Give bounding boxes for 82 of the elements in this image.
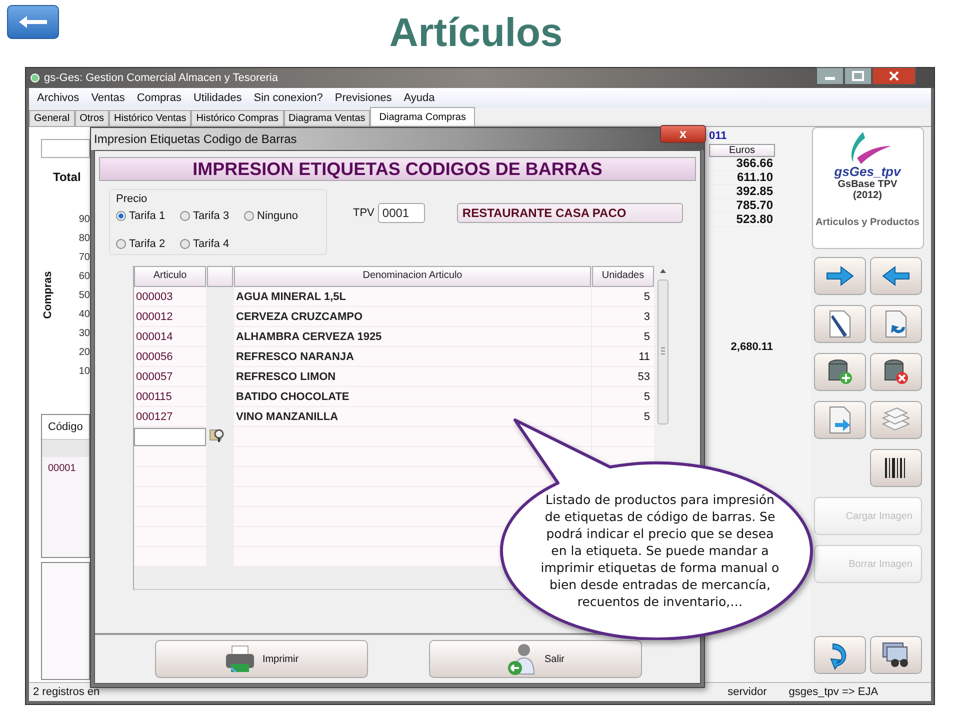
- module-name: Articulos y Productos: [816, 217, 920, 228]
- exit-button[interactable]: Salir: [429, 640, 642, 678]
- callout-text: Listado de productos para impresión de etiquetas de código de barras. Se podrá indicar el precio que se desea en la etiqueta. Se puede mandar a imprimir etiquetas de forma manual o bien desde entradas de mercancía, recuentos de inventario,…: [540, 491, 780, 610]
- tick-label: 90: [78, 213, 90, 227]
- tick-label: 60: [78, 270, 90, 284]
- tab[interactable]: Histórico Ventas: [109, 110, 192, 126]
- radio-label: Tarifa 4: [193, 238, 230, 250]
- column-header: Euros: [709, 144, 775, 157]
- table-cell: 11: [592, 347, 654, 367]
- radio-label: Ninguno: [257, 210, 298, 222]
- menu-item[interactable]: Previsiones: [328, 92, 398, 104]
- menu-item[interactable]: Sin conexion?: [248, 92, 329, 104]
- table-cell: 785.70: [709, 199, 773, 213]
- table-cell: VINO MANZANILLA: [234, 407, 591, 427]
- brand-name: gsGes_tpv: [834, 164, 901, 179]
- field-label: TPV: [353, 207, 374, 219]
- tick-label: 40: [78, 308, 90, 322]
- tick-label: 50: [78, 289, 90, 303]
- radio-label: Tarifa 3: [193, 210, 230, 222]
- table-cell: 5: [592, 387, 654, 407]
- table-cell: 5: [592, 407, 654, 427]
- table-title: 011: [709, 130, 728, 142]
- group-label: Precio: [116, 193, 148, 205]
- tpv-field[interactable]: 0001: [378, 203, 426, 223]
- status-text: 2 registros en: [32, 686, 101, 698]
- radio-label: Tarifa 2: [129, 238, 166, 250]
- table-cell: 392.85: [709, 185, 773, 199]
- column-header: Articulo: [134, 266, 206, 287]
- table-cell: 000003: [134, 287, 206, 307]
- column-header: Unidades: [592, 266, 654, 287]
- column-header: Denominacion Articulo: [234, 266, 591, 287]
- tab[interactable]: General: [29, 110, 75, 126]
- column-header: Código: [42, 415, 89, 440]
- radio-label: Tarifa 1: [129, 210, 166, 222]
- store-name-field: RESTAURANTE CASA PACO: [457, 203, 684, 223]
- table-cell: 000012: [134, 307, 206, 327]
- table-cell: 000057: [134, 367, 206, 387]
- table-cell: 611.10: [709, 171, 773, 185]
- table-cell: 000056: [134, 347, 206, 367]
- dialog-title: Impresion Etiquetas Codigo de Barras: [94, 132, 297, 146]
- table-cell: ALHAMBRA CERVEZA 1925: [234, 327, 591, 347]
- tick-label: 80: [78, 232, 90, 246]
- table-cell: 000127: [134, 407, 206, 427]
- tab[interactable]: Histórico Compras: [191, 110, 284, 126]
- dialog-heading: IMPRESION ETIQUETAS CODIGOS DE BARRAS: [99, 157, 696, 181]
- table-cell: 000115: [134, 387, 206, 407]
- table-cell: 53: [592, 367, 654, 387]
- product-year: (2012): [853, 190, 882, 201]
- tick-label: 30: [78, 327, 90, 341]
- tab[interactable]: Diagrama Ventas: [284, 110, 370, 126]
- table-cell: 523.80: [709, 213, 773, 227]
- menu-item[interactable]: Ayuda: [398, 92, 441, 104]
- tick-label: 10: [78, 365, 90, 379]
- table-cell: 5: [592, 327, 654, 347]
- menu-item[interactable]: Ventas: [85, 92, 131, 104]
- tab[interactable]: Diagrama Compras: [370, 107, 475, 126]
- table-cell: BATIDO CHOCOLATE: [234, 387, 591, 407]
- tick-label: 20: [78, 346, 90, 360]
- menu-item[interactable]: Archivos: [31, 92, 86, 104]
- menu-item[interactable]: Compras: [130, 92, 188, 104]
- table-cell: REFRESCO NARANJA: [234, 347, 591, 367]
- status-text: servidor: [726, 686, 768, 698]
- axis-label: Compras: [42, 271, 54, 319]
- window-title: gs-Ges: Gestion Comercial Almacen y Tesoreria: [44, 72, 279, 84]
- table-cell: 000014: [134, 327, 206, 347]
- table-cell: 3: [592, 307, 654, 327]
- tick-label: 70: [78, 251, 90, 265]
- total-value: 2,680.11: [730, 341, 773, 353]
- chart-title: Total: [53, 170, 82, 184]
- table-cell: 5: [592, 287, 654, 307]
- table-cell: 366.66: [709, 157, 773, 171]
- tab[interactable]: Otros: [74, 110, 110, 126]
- table-cell: AGUA MINERAL 1,5L: [234, 287, 591, 307]
- print-button[interactable]: Imprimir: [155, 640, 368, 678]
- table-cell: REFRESCO LIMON: [234, 367, 591, 387]
- close-button[interactable]: x: [660, 125, 706, 143]
- status-text: gsges_tpv => EJA: [788, 686, 880, 698]
- table-cell: CERVEZA CRUZCAMPO: [234, 307, 591, 327]
- product-name: GsBase TPV: [838, 179, 898, 190]
- page-title: Artículos: [389, 11, 563, 56]
- table-cell-text: 00001: [47, 462, 77, 476]
- menu-item[interactable]: Utilidades: [187, 92, 248, 104]
